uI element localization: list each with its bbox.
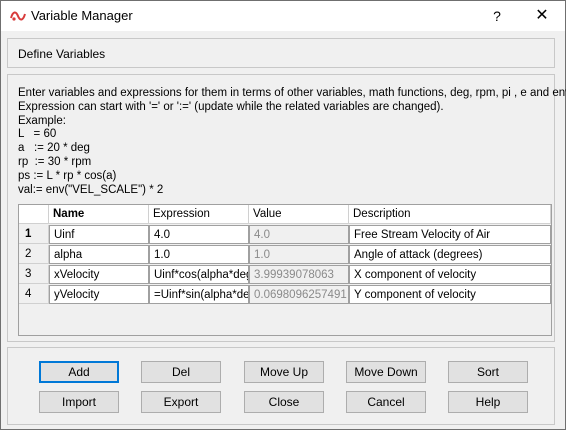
- description-cell[interactable]: Free Stream Velocity of Air: [349, 225, 551, 244]
- window-title: Variable Manager: [31, 8, 133, 23]
- close-icon[interactable]: ✕: [519, 1, 565, 31]
- section-header-label: Define Variables: [18, 47, 106, 61]
- variables-group: Enter variables and expressions for them…: [7, 74, 566, 342]
- help-button[interactable]: Help: [448, 391, 528, 413]
- add-button[interactable]: Add: [39, 361, 119, 383]
- header-name[interactable]: Name: [49, 205, 149, 224]
- expression-cell[interactable]: 1.0: [149, 245, 249, 264]
- name-cell[interactable]: xVelocity: [49, 265, 149, 284]
- value-cell: 0.0698096257491: [249, 285, 349, 304]
- help-icon[interactable]: ?: [475, 1, 519, 31]
- name-cell[interactable]: yVelocity: [49, 285, 149, 304]
- header-description[interactable]: Description: [349, 205, 551, 224]
- move-up-button[interactable]: Move Up: [244, 361, 324, 383]
- expression-cell[interactable]: 4.0: [149, 225, 249, 244]
- instruction-line: rp := 30 * rpm: [18, 155, 92, 168]
- description-cell[interactable]: Y component of velocity: [349, 285, 551, 304]
- instruction-line: Expression can start with '=' or ':=' (u…: [18, 100, 444, 113]
- row-number[interactable]: 3: [19, 265, 49, 284]
- title-bar: Variable Manager ? ✕: [1, 1, 565, 31]
- value-cell: 3.99939078063: [249, 265, 349, 284]
- expression-cell[interactable]: =Uinf*sin(alpha*deg): [149, 285, 249, 304]
- description-cell[interactable]: Angle of attack (degrees): [349, 245, 551, 264]
- sort-button[interactable]: Sort: [448, 361, 528, 383]
- row-number[interactable]: 2: [19, 245, 49, 264]
- close-button[interactable]: Close: [244, 391, 324, 413]
- instruction-line: Example:: [18, 114, 66, 127]
- instruction-line: val:= env("VEL_SCALE") * 2: [18, 183, 164, 196]
- instructions-text: Enter variables and expressions for them…: [18, 87, 566, 197]
- delete-button[interactable]: Del: [141, 361, 221, 383]
- import-button[interactable]: Import: [39, 391, 119, 413]
- header-rownum: [19, 205, 49, 224]
- move-down-button[interactable]: Move Down: [346, 361, 426, 383]
- section-header: Define Variables: [7, 38, 555, 68]
- row-number[interactable]: 4: [19, 285, 49, 304]
- cancel-button[interactable]: Cancel: [346, 391, 426, 413]
- export-button[interactable]: Export: [141, 391, 221, 413]
- variable-manager-window: Variable Manager ? ✕ Define Variables En…: [0, 0, 566, 430]
- header-expression[interactable]: Expression: [149, 205, 249, 224]
- value-cell: 4.0: [249, 225, 349, 244]
- value-cell: 1.0: [249, 245, 349, 264]
- name-cell[interactable]: Uinf: [49, 225, 149, 244]
- instruction-line: a := 20 * deg: [18, 142, 90, 155]
- instruction-line: ps := L * rp * cos(a): [18, 169, 117, 182]
- description-cell[interactable]: X component of velocity: [349, 265, 551, 284]
- name-cell[interactable]: alpha: [49, 245, 149, 264]
- instruction-line: L = 60: [18, 128, 57, 141]
- instruction-line: Enter variables and expressions for them…: [18, 87, 566, 99]
- button-panel: Add Del Move Up Move Down Sort Import Ex…: [7, 347, 555, 425]
- app-icon: [10, 11, 26, 21]
- row-number[interactable]: 1: [19, 225, 49, 244]
- header-value[interactable]: Value: [249, 205, 349, 224]
- variables-table: Name Expression Value Description 1 Uinf…: [18, 204, 552, 336]
- expression-cell[interactable]: Uinf*cos(alpha*deg): [149, 265, 249, 284]
